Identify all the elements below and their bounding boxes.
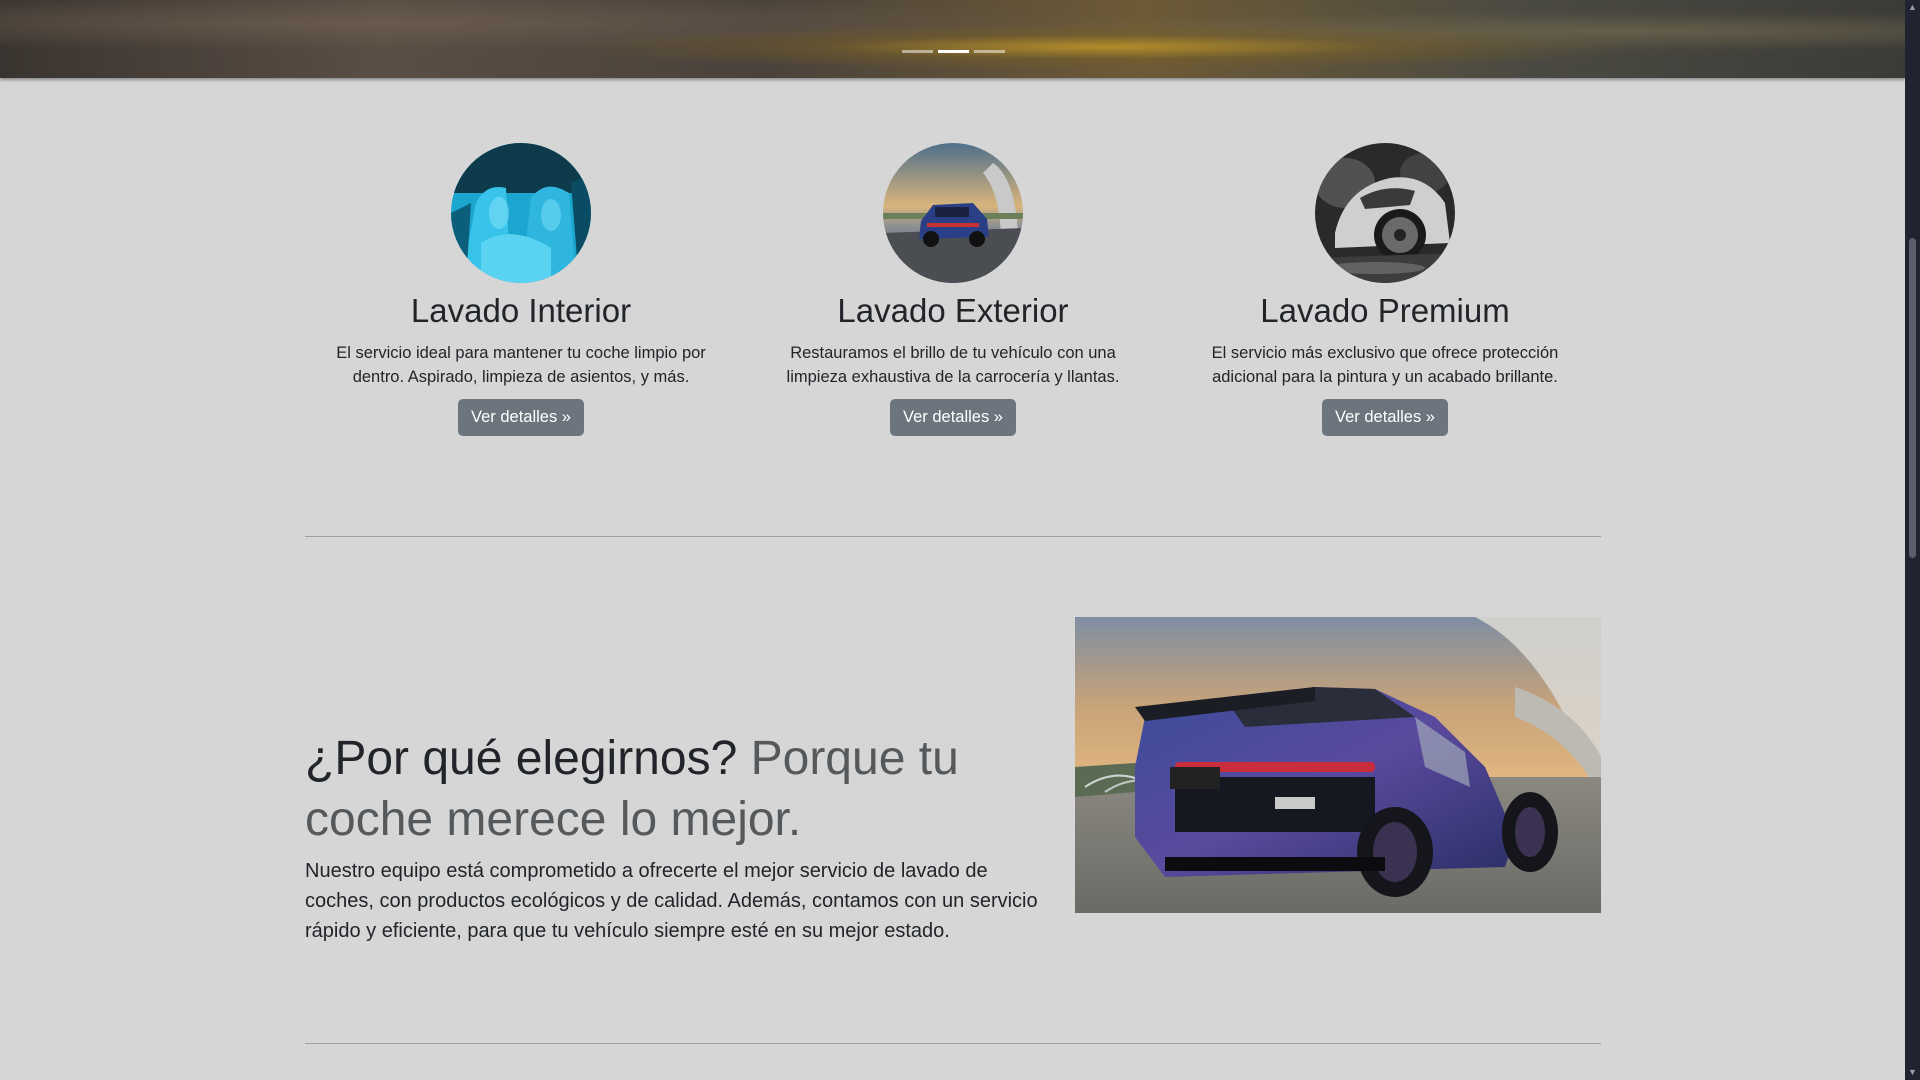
service-title: Lavado Interior: [410, 292, 632, 329]
service-card-premium: Lavado Premium El servicio más exclusivo…: [1169, 143, 1601, 436]
featurette: ¿Por qué elegirnos? Porque tu coche mere…: [305, 617, 1601, 942]
carousel-indicator-2[interactable]: [938, 50, 969, 53]
carousel-indicator-1[interactable]: [902, 50, 933, 53]
featurette-divider-bottom: [305, 1043, 1601, 1044]
service-description: El servicio ideal para mantener tu coche…: [336, 343, 706, 386]
details-button-exterior[interactable]: Ver detalles »: [890, 398, 1016, 436]
service-card-exterior: Lavado Exterior Restauramos el brillo de…: [737, 143, 1169, 436]
blue-suv-rear-image: [1075, 617, 1601, 913]
vertical-scrollbar[interactable]: ▲ ▼: [1905, 0, 1920, 1080]
featurette-text: ¿Por qué elegirnos? Porque tu coche mere…: [305, 728, 1055, 946]
details-button-interior[interactable]: Ver detalles »: [458, 398, 584, 436]
featurette-heading: ¿Por qué elegirnos? Porque tu coche mere…: [305, 728, 1055, 850]
service-description: Restauramos el brillo de tu vehículo con…: [786, 343, 1120, 386]
page: Lavado Interior El servicio ideal para m…: [0, 0, 1905, 1080]
service-card-interior: Lavado Interior El servicio ideal para m…: [305, 143, 737, 436]
suv-on-road-image: [883, 143, 1023, 283]
featurette-heading-main: ¿Por qué elegirnos?: [305, 732, 738, 785]
scroll-down-icon[interactable]: ▼: [1908, 1068, 1917, 1077]
carousel-indicators: [902, 50, 1005, 53]
service-title: Lavado Exterior: [837, 292, 1069, 329]
featurette-divider: [305, 536, 1601, 537]
service-description: El servicio más exclusivo que ofrece pro…: [1211, 343, 1559, 386]
car-foam-wash-image: [1315, 143, 1455, 283]
hero-carousel[interactable]: [0, 0, 1905, 78]
car-interior-image: [451, 143, 591, 283]
scroll-up-icon[interactable]: ▲: [1908, 3, 1917, 12]
carousel-indicator-3[interactable]: [974, 50, 1005, 53]
scrollbar-thumb[interactable]: [1909, 238, 1916, 558]
services-row: Lavado Interior El servicio ideal para m…: [305, 143, 1601, 436]
featurette-body: Nuestro equipo está comprometido a ofrec…: [305, 860, 1038, 942]
details-button-premium[interactable]: Ver detalles »: [1322, 398, 1448, 436]
service-title: Lavado Premium: [1260, 292, 1510, 329]
